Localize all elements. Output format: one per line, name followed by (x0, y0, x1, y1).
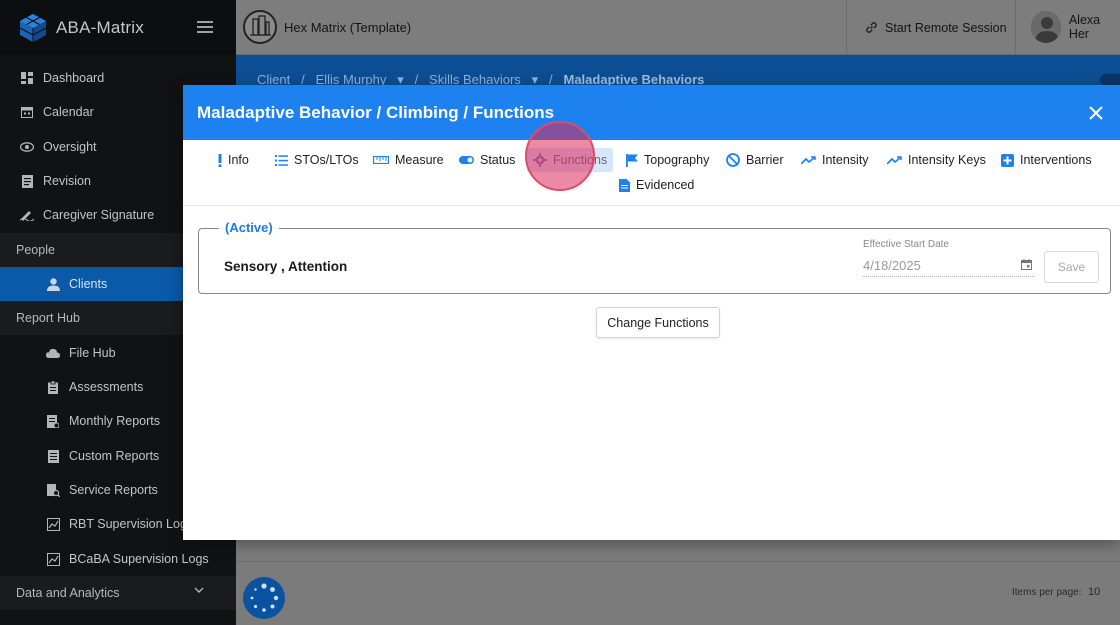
ruler-icon (373, 156, 389, 164)
chart-icon (46, 517, 60, 531)
tab-info[interactable]: Info (212, 148, 255, 172)
org-logo-icon (243, 10, 277, 44)
cube-logo-icon (19, 13, 47, 42)
status-badge: (Active) (219, 220, 279, 235)
hamburger-menu-icon[interactable] (197, 21, 213, 33)
modal-header: Maladaptive Behavior / Climbing / Functi… (183, 85, 1120, 140)
document-icon (46, 449, 60, 463)
plus-box-icon (1001, 153, 1014, 167)
tab-interventions[interactable]: Interventions (995, 148, 1098, 172)
sidebar-item-label: Assessments (69, 380, 144, 394)
gear-icon (533, 153, 547, 167)
trend-icon (887, 155, 902, 165)
exclamation-icon (218, 153, 222, 167)
document-list-icon (20, 174, 34, 188)
avatar (1031, 11, 1061, 43)
sidebar-section-label: People (16, 243, 55, 257)
tab-topography[interactable]: Topography (620, 148, 715, 172)
tab-intensity-keys[interactable]: Intensity Keys (881, 148, 992, 172)
signature-icon (20, 208, 34, 222)
spinner-icon (250, 583, 279, 612)
sidebar-item-label: Revision (43, 174, 91, 188)
effective-start-date-label: Effective Start Date (863, 239, 949, 250)
start-remote-session-button[interactable]: Start Remote Session (846, 0, 1016, 55)
clipboard-icon (46, 380, 60, 394)
topbar: Hex Matrix (Template) Start Remote Sessi… (236, 0, 1120, 55)
app-name: ABA-Matrix (56, 17, 144, 37)
sidebar-item-label: BCaBA Supervision Logs (69, 552, 209, 566)
cloud-icon (46, 346, 60, 360)
link-icon (866, 22, 877, 33)
sidebar-item-label: Monthly Reports (69, 414, 161, 428)
flag-icon (626, 153, 638, 167)
chart-icon (46, 552, 60, 566)
loading-spinner-button[interactable] (243, 577, 285, 619)
chevron-down-icon (194, 587, 204, 593)
sidebar-item-bcaba-supervision-logs[interactable]: BCaBA Supervision Logs (0, 542, 236, 576)
dashboard-icon (20, 71, 34, 85)
tab-measure[interactable]: Measure (367, 148, 450, 172)
remote-session-label: Start Remote Session (885, 20, 1007, 35)
close-icon[interactable] (1088, 105, 1104, 121)
user-menu[interactable]: Alexa Her (1031, 11, 1120, 43)
user-name: Alexa Her (1068, 13, 1101, 41)
report-icon (46, 414, 60, 428)
sidebar-item-label: Caregiver Signature (43, 208, 155, 222)
person-icon (46, 277, 60, 291)
change-functions-button[interactable]: Change Functions (596, 307, 720, 338)
tab-barrier[interactable]: Barrier (720, 148, 790, 172)
block-icon (726, 153, 740, 167)
sidebar-item-label: Oversight (43, 140, 97, 154)
tab-status[interactable]: Status (453, 148, 521, 172)
toggle-icon (459, 156, 474, 164)
calendar-icon (20, 105, 34, 119)
sidebar-item-label: Calendar (43, 105, 94, 119)
effective-start-date-input[interactable] (863, 255, 1035, 277)
eye-icon (20, 140, 34, 154)
trend-icon (801, 155, 816, 165)
items-per-page-label: Items per page: (1012, 587, 1082, 598)
tab-stos-ltos[interactable]: STOs/LTOs (269, 148, 365, 172)
functions-modal: Maladaptive Behavior / Climbing / Functi… (183, 85, 1120, 540)
modal-tabs: Info STOs/LTOs Measure Status Functions … (183, 140, 1120, 206)
sidebar-item-label: File Hub (69, 346, 116, 360)
tab-intensity[interactable]: Intensity (795, 148, 875, 172)
functions-value: Sensory , Attention (224, 259, 348, 274)
calendar-icon[interactable] (1021, 259, 1032, 270)
save-button[interactable]: Save (1044, 251, 1099, 283)
sidebar-item-label: Clients (69, 277, 108, 291)
document-icon (619, 178, 630, 192)
sidebar-item-label: Service Reports (69, 483, 158, 497)
items-per-page-select[interactable]: 10 (1088, 586, 1100, 598)
sidebar-section-data-analytics[interactable]: Data and Analytics (0, 576, 236, 610)
sidebar-section-label: Report Hub (16, 311, 80, 325)
search-document-icon (46, 483, 60, 497)
sidebar-item-label: Custom Reports (69, 449, 160, 463)
brand: ABA-Matrix (0, 0, 236, 55)
modal-title: Maladaptive Behavior / Climbing / Functi… (197, 102, 555, 122)
sidebar-section-label: Data and Analytics (16, 586, 120, 600)
tab-evidenced[interactable]: Evidenced (613, 173, 700, 197)
tab-functions[interactable]: Functions (527, 148, 614, 172)
function-record: (Active) Sensory , Attention Effective S… (198, 220, 1111, 294)
list-icon (275, 154, 288, 166)
org-name[interactable]: Hex Matrix (Template) (284, 20, 411, 35)
sidebar-item-label: Dashboard (43, 71, 105, 85)
sidebar-item-label: RBT Supervision Logs (69, 517, 194, 531)
